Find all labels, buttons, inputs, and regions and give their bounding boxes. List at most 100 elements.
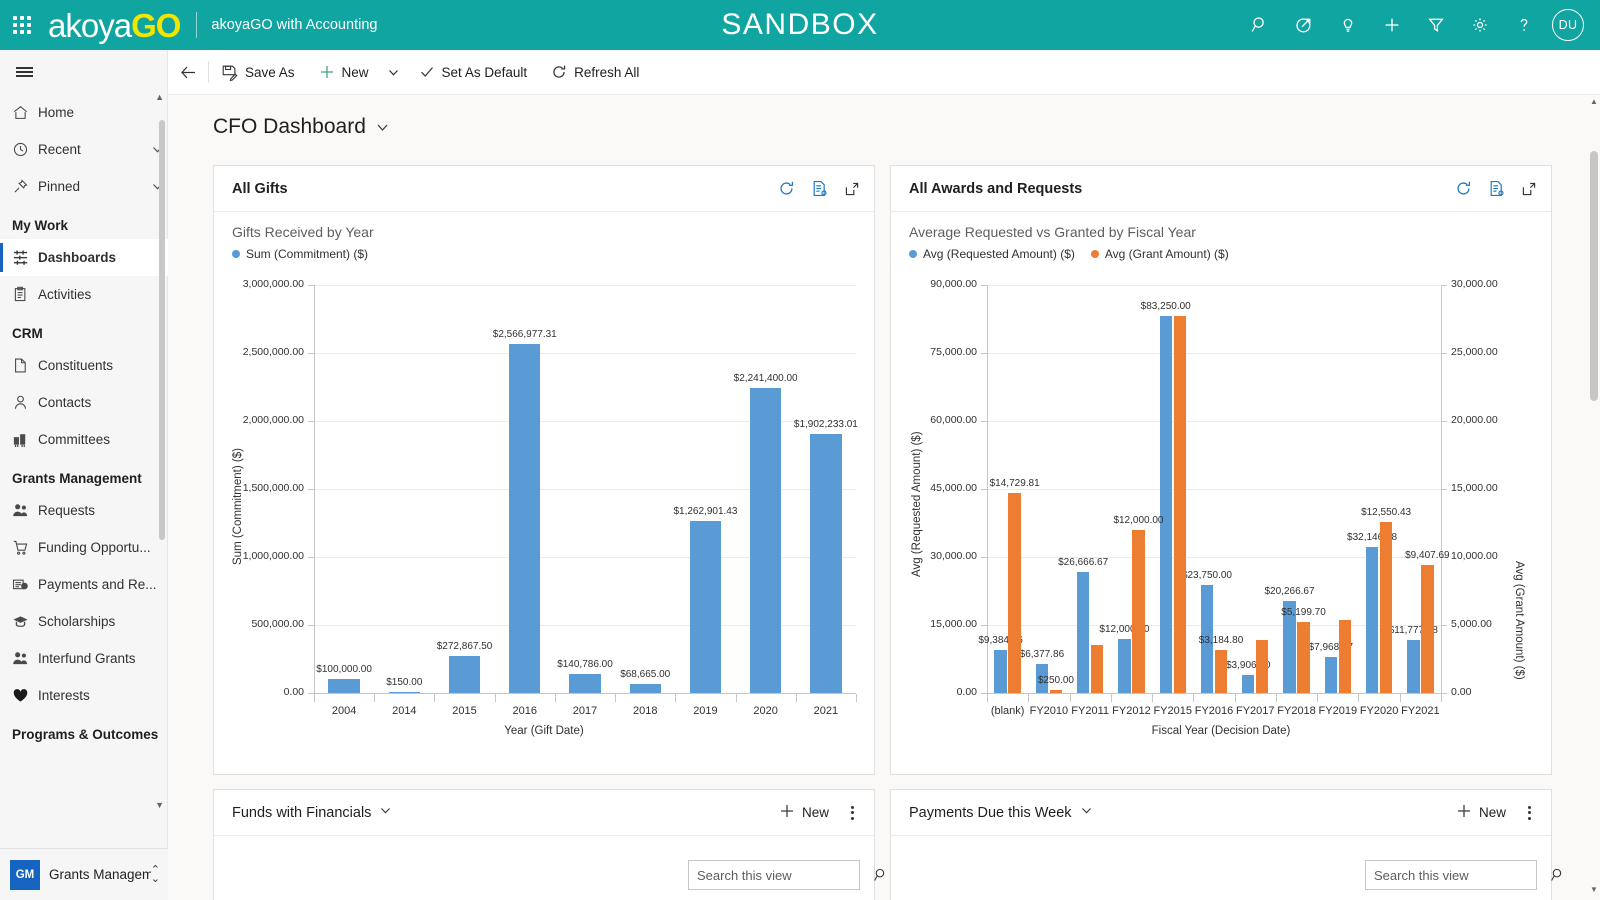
chevron-down-icon[interactable]	[375, 120, 390, 135]
scroll-down-arrow[interactable]: ▼	[1590, 885, 1598, 894]
refresh-icon[interactable]	[778, 180, 795, 197]
chart-bar[interactable]	[1365, 547, 1379, 693]
sidebar-item-committees[interactable]: Committees	[0, 421, 168, 458]
dashboard-icon	[12, 249, 38, 266]
search-icon[interactable]	[1550, 867, 1566, 883]
expand-icon[interactable]	[1521, 181, 1537, 197]
search-input[interactable]	[697, 867, 873, 883]
new-dropdown-chevron-down-icon[interactable]	[381, 50, 407, 95]
more-commands-icon[interactable]	[845, 802, 860, 824]
search-box[interactable]	[1365, 860, 1562, 890]
user-avatar[interactable]: DU	[1552, 9, 1584, 41]
sidebar-item-scholarships[interactable]: Scholarships	[0, 603, 168, 640]
sidebar-item-recent[interactable]: Recent	[0, 131, 168, 168]
plus-icon[interactable]	[1370, 0, 1414, 50]
sidebar-item-activities[interactable]: Activities	[0, 276, 168, 313]
content-scroll-thumb[interactable]	[1590, 151, 1598, 401]
content-scrollbar[interactable]: ▲ ▼	[1588, 95, 1600, 900]
chart-bar[interactable]	[1214, 649, 1228, 693]
gear-icon[interactable]	[1458, 0, 1502, 50]
sidebar-item-constituents[interactable]: Constituents	[0, 347, 168, 384]
bar-data-label: $20,266.67	[1264, 586, 1315, 598]
chart-bar[interactable]	[689, 521, 722, 693]
new-button[interactable]: New	[1456, 803, 1506, 822]
sidebar-item-payments-and-re[interactable]: $ Payments and Re...	[0, 566, 168, 603]
people-icon	[12, 650, 38, 667]
chart-bar[interactable]	[1421, 565, 1434, 693]
heart-icon	[12, 687, 38, 704]
card-all-gifts: All Gifts Gifts Received by Year Sum (Co…	[213, 165, 875, 775]
x-axis-tick	[1069, 694, 1071, 702]
search-box[interactable]	[688, 860, 885, 890]
legend-label: Avg (Grant Amount) ($)	[1104, 247, 1229, 261]
more-commands-icon[interactable]	[1522, 802, 1537, 824]
chart-bar[interactable]	[1008, 492, 1021, 693]
chart-bar[interactable]	[629, 683, 661, 693]
app-switcher[interactable]: GM Grants Managem... ⌃⌄	[0, 848, 168, 900]
chart-bar[interactable]	[509, 343, 541, 693]
new-button[interactable]: New	[307, 50, 381, 95]
expand-icon[interactable]	[844, 181, 860, 197]
chart-bar[interactable]	[1297, 622, 1310, 693]
legend-item[interactable]: Avg (Requested Amount) ($)	[909, 247, 1075, 261]
set-as-default-button[interactable]: Set As Default	[407, 50, 540, 95]
search-input[interactable]	[1374, 867, 1550, 883]
refresh-all-button[interactable]: Refresh All	[539, 50, 651, 95]
sidebar-item-home[interactable]: Home	[0, 94, 168, 131]
legend-item[interactable]: Sum (Commitment) ($)	[232, 247, 368, 261]
chart-bar[interactable]	[1379, 522, 1393, 693]
search-icon[interactable]	[873, 867, 889, 883]
chart-bar[interactable]	[810, 434, 842, 693]
chart-bar[interactable]	[1324, 656, 1337, 693]
chart-bar[interactable]	[1049, 689, 1063, 693]
sidebar-item-funding-opportu[interactable]: Funding Opportu...	[0, 529, 168, 566]
save-as-button[interactable]: Save As	[209, 50, 307, 95]
chart-bar[interactable]	[1338, 620, 1352, 693]
save-as-icon	[221, 64, 238, 81]
chart-bar[interactable]	[750, 388, 782, 693]
chart-bar[interactable]	[1242, 675, 1255, 693]
x-axis-tick	[1358, 694, 1360, 702]
filter-icon[interactable]	[1414, 0, 1458, 50]
view-records-icon[interactable]	[1488, 180, 1505, 197]
sidebar-item-requests[interactable]: Requests	[0, 492, 168, 529]
scroll-up-arrow[interactable]: ▲	[155, 92, 164, 102]
sidebar-item-dashboards[interactable]: Dashboards	[0, 239, 168, 276]
chevron-down-icon[interactable]	[379, 804, 392, 822]
chart-bar[interactable]	[388, 691, 420, 693]
y-axis-tick-label: 75,000.00	[930, 346, 977, 358]
chart-bar[interactable]	[1407, 639, 1420, 693]
scroll-down-arrow[interactable]: ▼	[155, 800, 164, 810]
legend-item[interactable]: Avg (Grant Amount) ($)	[1090, 247, 1229, 261]
chart-bar[interactable]	[448, 655, 481, 693]
lightbulb-icon[interactable]	[1326, 0, 1370, 50]
new-button[interactable]: New	[779, 803, 829, 822]
app-switcher-label: Grants Managem...	[49, 867, 151, 882]
search-icon[interactable]	[1238, 0, 1282, 50]
sidebar-item-contacts[interactable]: Contacts	[0, 384, 168, 421]
page-icon	[12, 357, 38, 374]
diagnostics-icon[interactable]	[1282, 0, 1326, 50]
chart-bar[interactable]	[1091, 645, 1104, 693]
chart-bar[interactable]	[1256, 639, 1269, 693]
site-map-icon[interactable]	[0, 50, 167, 94]
back-arrow-icon[interactable]	[168, 50, 208, 95]
page-title[interactable]: CFO Dashboard	[168, 95, 1600, 139]
sidebar-item-label: Scholarships	[38, 614, 116, 629]
refresh-icon[interactable]	[1455, 180, 1472, 197]
scroll-up-arrow[interactable]: ▲	[1590, 97, 1598, 106]
sidebar-item-pinned[interactable]: Pinned	[0, 168, 168, 205]
view-records-icon[interactable]	[811, 180, 828, 197]
app-launcher-button[interactable]	[0, 0, 44, 50]
plus-icon	[319, 64, 335, 80]
sidebar-scroll-thumb[interactable]	[159, 120, 165, 540]
akoyago-logo[interactable]: akoyaGO	[48, 9, 181, 42]
chevron-down-icon[interactable]	[1080, 804, 1093, 822]
x-axis-tick	[675, 694, 677, 702]
help-icon[interactable]	[1502, 0, 1546, 50]
sidebar-item-interfund-grants[interactable]: Interfund Grants	[0, 640, 168, 677]
chart-bar[interactable]	[1132, 529, 1145, 693]
sidebar-item-interests[interactable]: Interests	[0, 677, 168, 714]
chart-bar[interactable]	[1118, 638, 1131, 693]
sidebar-scrollbar[interactable]: ▲ ▼	[155, 92, 165, 810]
